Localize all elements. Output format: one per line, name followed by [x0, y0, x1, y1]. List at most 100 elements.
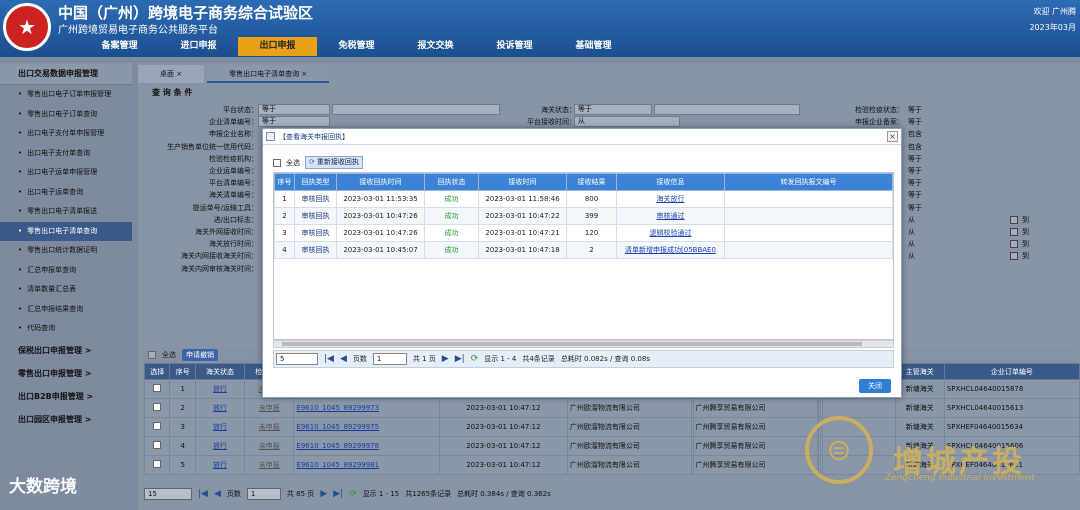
- sidebar-item[interactable]: 出口电子运单申报管理: [0, 163, 132, 183]
- row-code[interactable]: E9610_1045_89299981: [293, 455, 440, 475]
- next-page-icon[interactable]: ▶: [320, 489, 327, 499]
- nav-basic[interactable]: 基础管理: [554, 37, 633, 56]
- close-icon[interactable]: ×: [176, 70, 182, 78]
- query-select[interactable]: [654, 104, 800, 115]
- nav-filing[interactable]: 备案管理: [80, 37, 159, 56]
- info-link[interactable]: 清单新增申报成功[05BBAE0: [625, 246, 716, 254]
- close-icon[interactable]: ×: [887, 131, 898, 142]
- query-value[interactable]: 包含: [908, 129, 922, 139]
- dialog-table-row[interactable]: 3 审核回执 2023-03-01 10:47:26 成功 2023-03-01 10:…: [274, 224, 893, 242]
- table-row[interactable]: 2 放行 未申报 E9610_1045_89299973 2023-03-01 10:4…: [143, 398, 1080, 418]
- sidebar-item[interactable]: 零售出口电子订单申报管理: [0, 85, 132, 105]
- first-page-icon[interactable]: |◀: [198, 489, 208, 499]
- status-link[interactable]: 放行: [213, 404, 227, 412]
- row-status[interactable]: 放行: [194, 417, 246, 437]
- calendar-icon[interactable]: [1010, 252, 1018, 261]
- sidebar-item[interactable]: 零售出口统计数据证明: [0, 241, 132, 261]
- query-value[interactable]: 从: [908, 227, 915, 237]
- row-status[interactable]: 放行: [194, 436, 246, 456]
- sidebar-item[interactable]: 代码查询: [0, 319, 132, 339]
- table-row[interactable]: 3 放行 未申报 E9610_1045_89299975 2023-03-01 10:4…: [143, 417, 1080, 437]
- query-value[interactable]: 等于: [908, 203, 922, 213]
- row-checkbox-cell[interactable]: [143, 417, 171, 437]
- page-size-select[interactable]: 15: [144, 488, 192, 500]
- sidebar-group[interactable]: 出口B2B申报管理: [0, 385, 132, 408]
- calendar-icon[interactable]: [1010, 215, 1018, 224]
- dialog-select-all-checkbox[interactable]: [273, 158, 281, 167]
- select-all-checkbox[interactable]: [148, 351, 156, 359]
- query-value[interactable]: 从: [908, 215, 915, 225]
- status-link[interactable]: 放行: [213, 442, 227, 450]
- query-select[interactable]: 等于: [258, 116, 330, 128]
- sidebar-item[interactable]: 清单数量汇总表: [0, 280, 132, 300]
- nav-complaint[interactable]: 投诉管理: [475, 37, 554, 56]
- query-value[interactable]: 等于: [908, 105, 922, 115]
- query-value[interactable]: 等于: [908, 117, 922, 127]
- receive-info[interactable]: 审核通过: [616, 207, 725, 225]
- close-icon[interactable]: ×: [301, 70, 307, 78]
- sidebar-group[interactable]: 保税出口申报管理: [0, 339, 132, 362]
- nav-export[interactable]: 出口申报: [238, 37, 317, 56]
- prev-page-icon[interactable]: ◀: [340, 354, 347, 364]
- query-value[interactable]: 等于: [908, 154, 922, 164]
- receive-info[interactable]: 清单新增申报成功[05BBAE0: [616, 241, 725, 259]
- refresh-icon[interactable]: ⟳: [349, 489, 357, 499]
- sidebar-item[interactable]: 出口电子支付单查询: [0, 144, 132, 164]
- row-checkbox[interactable]: [153, 403, 162, 411]
- last-page-icon[interactable]: ▶|: [455, 354, 465, 364]
- query-select[interactable]: 等于: [574, 104, 652, 115]
- info-link[interactable]: 审核通过: [657, 212, 685, 220]
- sidebar-item[interactable]: 汇总申报单查询: [0, 261, 132, 281]
- code-link[interactable]: E9610_1045_89299981: [296, 461, 379, 469]
- query-value[interactable]: 等于: [908, 166, 922, 176]
- horizontal-scrollbar[interactable]: [273, 340, 894, 348]
- sidebar-item-selected[interactable]: 零售出口电子清单查询: [0, 221, 132, 241]
- dialog-table-row[interactable]: 2 审核回执 2023-03-01 10:47:26 成功 2023-03-01 10:…: [274, 207, 893, 225]
- first-page-icon[interactable]: |◀: [324, 354, 334, 364]
- query-value[interactable]: 等于: [908, 178, 922, 188]
- row-checkbox-cell[interactable]: [143, 436, 171, 456]
- status-link[interactable]: 放行: [213, 423, 227, 431]
- nav-message[interactable]: 报文交换: [396, 37, 475, 56]
- row-status[interactable]: 放行: [194, 398, 246, 418]
- cancel-apply-button[interactable]: 申请撤销: [182, 349, 218, 361]
- calendar-icon[interactable]: [1010, 240, 1018, 249]
- row-code[interactable]: E9610_1045_89299973: [293, 398, 440, 418]
- info-link[interactable]: 海关放行: [657, 195, 685, 203]
- sidebar-group[interactable]: 零售出口申报管理: [0, 362, 132, 385]
- receive-info[interactable]: 海关放行: [616, 190, 725, 208]
- row-code[interactable]: E9610_1045_89299978: [293, 436, 440, 456]
- resend-receipt-button[interactable]: ⟳ 重新接收回执: [305, 156, 363, 169]
- dialog-page-input[interactable]: 1: [372, 353, 407, 365]
- prev-page-icon[interactable]: ◀: [214, 489, 221, 499]
- row-status[interactable]: 放行: [194, 455, 246, 475]
- refresh-icon[interactable]: ⟳: [471, 354, 479, 364]
- next-page-icon[interactable]: ▶: [442, 354, 449, 364]
- status-link[interactable]: 放行: [213, 461, 227, 469]
- row-code[interactable]: E9610_1045_89299975: [293, 417, 440, 437]
- dialog-page-size-select[interactable]: 5: [276, 353, 318, 365]
- query-value[interactable]: 包含: [908, 142, 922, 152]
- sidebar-group[interactable]: 出口园区申报管理: [0, 408, 132, 431]
- row-checkbox[interactable]: [153, 441, 162, 449]
- row-checkbox-cell[interactable]: [143, 455, 171, 475]
- query-value[interactable]: 等于: [908, 190, 922, 200]
- code-link[interactable]: E9610_1045_89299978: [296, 442, 379, 450]
- sidebar-item[interactable]: 零售出口电子清单报送: [0, 202, 132, 222]
- row-checkbox[interactable]: [153, 422, 162, 430]
- dialog-table-row[interactable]: 4 审核回执 2023-03-01 10:45:07 成功 2023-03-01 10:…: [274, 241, 893, 259]
- query-select[interactable]: [332, 104, 500, 115]
- close-button[interactable]: 关闭: [859, 379, 891, 393]
- status-link[interactable]: 放行: [213, 385, 227, 393]
- page-input[interactable]: 1: [246, 488, 281, 500]
- code-link[interactable]: E9610_1045_89299973: [296, 404, 379, 412]
- sidebar-title[interactable]: 出口交易数据申报管理: [0, 63, 132, 85]
- query-value[interactable]: 从: [908, 251, 915, 261]
- sidebar-item[interactable]: 出口电子支付单申报管理: [0, 124, 132, 144]
- info-link[interactable]: 逻辑校验通过: [650, 229, 692, 237]
- receive-info[interactable]: 逻辑校验通过: [616, 224, 725, 242]
- tab-desktop[interactable]: 桌面 ×: [138, 65, 205, 83]
- row-status[interactable]: 放行: [194, 379, 246, 399]
- last-page-icon[interactable]: ▶|: [333, 489, 343, 499]
- row-checkbox[interactable]: [153, 384, 162, 392]
